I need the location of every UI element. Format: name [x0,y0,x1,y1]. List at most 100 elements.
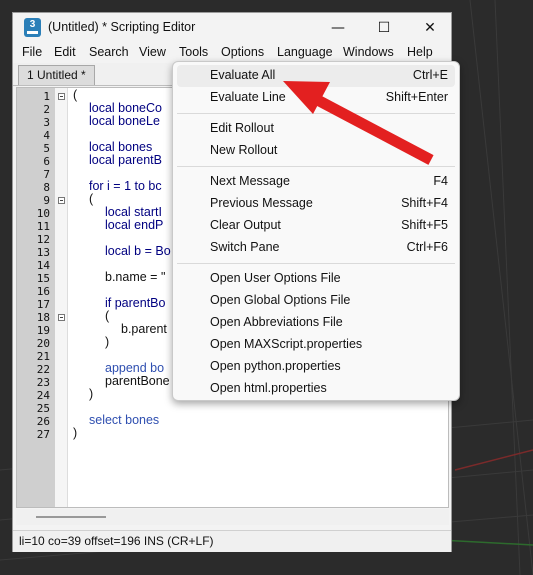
menu-windows[interactable]: Windows [339,44,398,60]
menu-item-shortcut: Ctrl+E [412,68,448,82]
menu-tools[interactable]: Tools [175,44,212,60]
maximize-icon[interactable]: ☐ [361,13,407,43]
menu-language[interactable]: Language [273,44,337,60]
line-number: 5 [43,142,50,155]
line-number: 7 [43,168,50,181]
minimize-icon[interactable]: — [315,13,361,43]
menu-item-evaluate-line[interactable]: Evaluate Line Shift+Enter [177,87,455,109]
line-number: 14 [36,259,50,272]
menu-item-label: Edit Rollout [210,121,274,135]
code-line: b.parent [121,322,167,336]
code-line: ( [105,309,110,323]
menu-item-shortcut: Shift+Enter [385,90,448,104]
code-line: local parentB [89,153,162,167]
menu-item-shortcut: Shift+F4 [401,196,448,210]
line-number: 6 [43,155,50,168]
menu-item-new-rollout[interactable]: New Rollout [177,140,455,162]
menu-item-label: Open python.properties [210,359,341,373]
fold-margin [55,88,68,507]
window-title: (Untitled) * Scripting Editor [48,20,196,34]
line-number: 21 [36,350,50,363]
code-line: select bones [89,413,160,427]
code-line: if parentBo [105,296,166,310]
line-number: 25 [36,402,50,415]
menu-item-shortcut: F4 [433,174,448,188]
horizontal-scrollbar[interactable] [16,509,449,525]
close-icon[interactable]: ✕ [407,13,453,43]
line-number: 23 [36,376,50,389]
menu-item-label: Clear Output [210,218,281,232]
menu-separator [177,263,455,264]
line-number: 9 [43,194,50,207]
menu-item-switch-pane[interactable]: Switch Pane Ctrl+F6 [177,237,455,259]
status-bar: li=10 co=39 offset=196 INS (CR+LF) [13,530,451,552]
line-number: 22 [36,363,50,376]
line-number: 1 [43,90,50,103]
code-line: ) [105,335,110,349]
menu-item-label: Open Global Options File [210,293,351,307]
line-number: 15 [36,272,50,285]
menu-item-open-abbreviations-file[interactable]: Open Abbreviations File [177,312,455,334]
fold-toggle-icon[interactable] [58,314,65,321]
line-number: 10 [36,207,50,220]
line-number: 8 [43,181,50,194]
menu-item-label: Open MAXScript.properties [210,337,363,351]
code-line: local startI [105,205,162,219]
menu-item-open-maxscript-properties[interactable]: Open MAXScript.properties [177,334,455,356]
scrollbar-thumb[interactable] [36,516,106,518]
tools-menu-dropdown: Evaluate All Ctrl+E Evaluate Line Shift+… [172,61,460,401]
menu-edit[interactable]: Edit [50,44,80,60]
menu-view[interactable]: View [135,44,170,60]
line-number: 27 [36,428,50,441]
menu-item-previous-message[interactable]: Previous Message Shift+F4 [177,193,455,215]
menu-item-next-message[interactable]: Next Message F4 [177,171,455,193]
3ds-max-icon: 3 [24,18,41,37]
menu-item-label: Previous Message [210,196,313,210]
code-line: parentBone [105,374,170,388]
line-number: 4 [43,129,50,142]
menu-item-clear-output[interactable]: Clear Output Shift+F5 [177,215,455,237]
menu-separator [177,113,455,114]
menu-item-label: Open html.properties [210,381,327,395]
line-number: 12 [36,233,50,246]
menu-options[interactable]: Options [217,44,268,60]
menu-item-evaluate-all[interactable]: Evaluate All Ctrl+E [177,65,455,87]
menu-item-shortcut: Shift+F5 [401,218,448,232]
menu-file[interactable]: File [18,44,46,60]
code-line: ) [89,387,94,401]
menu-item-open-python-properties[interactable]: Open python.properties [177,356,455,378]
line-number: 3 [43,116,50,129]
menu-item-open-user-options-file[interactable]: Open User Options File [177,268,455,290]
menu-item-label: Open Abbreviations File [210,315,343,329]
menu-item-open-global-options-file[interactable]: Open Global Options File [177,290,455,312]
menu-item-open-html-properties[interactable]: Open html.properties [177,378,455,400]
line-number: 16 [36,285,50,298]
code-line: for i = 1 to bc [89,179,162,193]
fold-toggle-icon[interactable] [58,93,65,100]
line-number: 18 [36,311,50,324]
status-text: li=10 co=39 offset=196 INS (CR+LF) [19,534,214,548]
code-line: append bo [105,361,165,375]
line-number: 26 [36,415,50,428]
code-line: local b = Bo [105,244,171,258]
title-bar[interactable]: 3 (Untitled) * Scripting Editor — ☐ ✕ [13,13,451,43]
code-line: ( [89,192,94,206]
menu-item-label: New Rollout [210,143,278,157]
line-number: 2 [43,103,50,116]
menu-separator [177,166,455,167]
menu-item-edit-rollout[interactable]: Edit Rollout [177,118,455,140]
menu-item-label: Evaluate Line [210,90,286,104]
code-line: b.name = " [105,270,166,284]
line-number: 19 [36,324,50,337]
code-line: local bones [89,140,153,154]
menu-help[interactable]: Help [403,44,437,60]
line-number: 13 [36,246,50,259]
menu-item-label: Evaluate All [210,68,276,82]
menu-item-label: Open User Options File [210,271,341,285]
menu-item-label: Switch Pane [210,240,280,254]
menu-search[interactable]: Search [85,44,133,60]
line-number: 11 [36,220,50,233]
line-number: 20 [36,337,50,350]
fold-toggle-icon[interactable] [58,197,65,204]
tab-untitled[interactable]: 1 Untitled * [18,65,95,85]
